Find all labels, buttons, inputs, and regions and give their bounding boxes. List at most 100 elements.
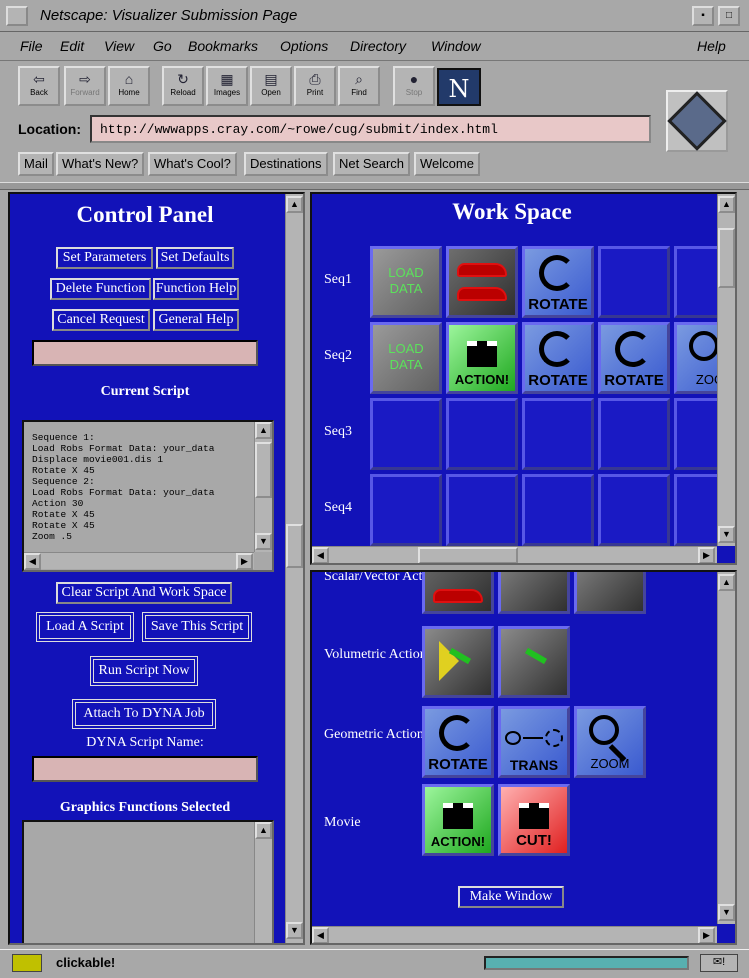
scroll-up-icon[interactable]: ▲ <box>718 196 735 213</box>
attach-dyna-button[interactable]: Attach To DYNA Job <box>72 699 216 729</box>
empty-slot[interactable] <box>522 474 594 546</box>
menu-edit[interactable]: Edit <box>60 38 84 54</box>
menu-go[interactable]: Go <box>153 38 172 54</box>
scroll-up-icon[interactable]: ▲ <box>255 822 272 839</box>
scroll-right-icon[interactable]: ▶ <box>698 547 715 563</box>
open-button[interactable]: ▤ Open <box>250 66 292 106</box>
make-window-button[interactable]: Make Window <box>458 886 564 908</box>
load-script-button[interactable]: Load A Script <box>36 612 134 642</box>
scroll-thumb[interactable] <box>418 547 518 563</box>
seq2-rotate-tile[interactable]: ROTATE <box>598 322 670 394</box>
seq2-rotate-tile[interactable]: ROTATE <box>522 322 594 394</box>
scroll-thumb[interactable] <box>286 524 303 568</box>
function-help-button[interactable]: Function Help <box>153 278 239 300</box>
scroll-right-icon[interactable]: ▶ <box>236 553 253 570</box>
mail-icon[interactable]: ✉! <box>700 954 738 972</box>
graphics-vscrollbar[interactable]: ▲ <box>254 822 272 943</box>
menu-help[interactable]: Help <box>697 38 726 54</box>
seq2-load-data-tile[interactable]: LOAD DATA <box>370 322 442 394</box>
welcome-button[interactable]: Welcome <box>414 152 480 176</box>
images-button[interactable]: ▦ Images <box>206 66 248 106</box>
scroll-up-icon[interactable]: ▲ <box>718 574 735 591</box>
delete-function-button[interactable]: Delete Function <box>50 278 151 300</box>
actions-vscrollbar[interactable]: ▲ ▼ <box>717 572 735 924</box>
menu-directory[interactable]: Directory <box>350 38 406 54</box>
menu-bookmarks[interactable]: Bookmarks <box>188 38 258 54</box>
set-defaults-button[interactable]: Set Defaults <box>156 247 234 269</box>
scroll-down-icon[interactable]: ▼ <box>286 922 303 939</box>
title-bar: Netscape: Visualizer Submission Page ▪ □ <box>0 0 749 32</box>
set-parameters-button[interactable]: Set Parameters <box>56 247 153 269</box>
cancel-request-button[interactable]: Cancel Request <box>52 309 150 331</box>
work-space-vscrollbar[interactable]: ▲ ▼ <box>717 194 735 546</box>
netscape-logo[interactable]: N <box>437 68 481 106</box>
print-button[interactable]: ⎙ Print <box>294 66 336 106</box>
seq2-action-tile[interactable]: ACTION! <box>446 322 518 394</box>
menu-view[interactable]: View <box>104 38 134 54</box>
work-space-hscrollbar[interactable]: ◀ ▶ <box>312 546 717 563</box>
destinations-button[interactable]: Destinations <box>244 152 328 176</box>
home-button[interactable]: ⌂ Home <box>108 66 150 106</box>
scroll-left-icon[interactable]: ◀ <box>312 927 329 943</box>
actions-hscrollbar[interactable]: ◀ ▶ <box>312 926 717 943</box>
scroll-up-icon[interactable]: ▲ <box>286 196 303 213</box>
menu-window[interactable]: Window <box>431 38 481 54</box>
script-textarea[interactable]: Sequence 1: Load Robs Format Data: your_… <box>22 420 274 572</box>
empty-slot[interactable] <box>446 474 518 546</box>
scroll-down-icon[interactable]: ▼ <box>718 904 735 921</box>
script-vscrollbar[interactable]: ▲ ▼ <box>254 422 272 552</box>
net-search-button[interactable]: Net Search <box>333 152 411 176</box>
empty-slot[interactable] <box>446 398 518 470</box>
geometric-trans-tile[interactable]: TRANS <box>498 706 570 778</box>
empty-slot[interactable] <box>598 246 670 318</box>
save-script-button[interactable]: Save This Script <box>142 612 252 642</box>
minimize-button[interactable]: ▪ <box>692 6 714 26</box>
dyna-script-name-input[interactable] <box>32 756 258 782</box>
empty-slot[interactable] <box>370 474 442 546</box>
scroll-down-icon[interactable]: ▼ <box>255 533 272 550</box>
seq1-displace-tile[interactable] <box>446 246 518 318</box>
control-panel-vscrollbar[interactable]: ▲ ▼ <box>285 194 303 943</box>
window-menu-button[interactable] <box>6 6 28 26</box>
clear-script-button[interactable]: Clear Script And Work Space <box>56 582 232 604</box>
volumetric-tile-2[interactable] <box>498 626 570 698</box>
stop-button[interactable]: ● Stop <box>393 66 435 106</box>
whats-new-button[interactable]: What's New? <box>56 152 145 176</box>
movie-action-tile[interactable]: ACTION! <box>422 784 494 856</box>
scroll-thumb[interactable] <box>255 442 272 498</box>
run-script-button[interactable]: Run Script Now <box>90 656 198 686</box>
vector-tile[interactable] <box>574 572 646 614</box>
empty-slot[interactable] <box>598 398 670 470</box>
scroll-right-icon[interactable]: ▶ <box>698 927 715 943</box>
empty-slot[interactable] <box>370 398 442 470</box>
scroll-down-icon[interactable]: ▼ <box>718 526 735 543</box>
scroll-left-icon[interactable]: ◀ <box>24 553 41 570</box>
location-field[interactable]: http://wwwapps.cray.com/~rowe/cug/submit… <box>90 115 651 143</box>
maximize-button[interactable]: □ <box>718 6 740 26</box>
scroll-left-icon[interactable]: ◀ <box>312 547 329 563</box>
movie-cut-tile[interactable]: CUT! <box>498 784 570 856</box>
geometric-rotate-tile[interactable]: ROTATE <box>422 706 494 778</box>
graphics-functions-list[interactable]: ▲ <box>22 820 274 943</box>
empty-slot[interactable] <box>598 474 670 546</box>
whats-cool-button[interactable]: What's Cool? <box>148 152 237 176</box>
mail-button[interactable]: Mail <box>18 152 54 176</box>
parameter-input[interactable] <box>32 340 258 366</box>
scalar-fringe-tile[interactable] <box>498 572 570 614</box>
scalar-displace-tile[interactable] <box>422 572 494 614</box>
seq1-load-data-tile[interactable]: LOAD DATA <box>370 246 442 318</box>
reload-button[interactable]: ↻ Reload <box>162 66 204 106</box>
scroll-thumb[interactable] <box>718 228 735 288</box>
forward-button[interactable]: ⇨ Forward <box>64 66 106 106</box>
menu-file[interactable]: File <box>20 38 43 54</box>
empty-slot[interactable] <box>522 398 594 470</box>
volumetric-tile-1[interactable] <box>422 626 494 698</box>
back-button[interactable]: ⇦ Back <box>18 66 60 106</box>
script-hscrollbar[interactable]: ◀ ▶ <box>24 552 254 570</box>
general-help-button[interactable]: General Help <box>153 309 239 331</box>
scroll-up-icon[interactable]: ▲ <box>255 422 272 439</box>
menu-options[interactable]: Options <box>280 38 328 54</box>
geometric-zoom-tile[interactable]: ZOOM <box>574 706 646 778</box>
seq1-rotate-tile[interactable]: ROTATE <box>522 246 594 318</box>
find-button[interactable]: ⌕ Find <box>338 66 380 106</box>
